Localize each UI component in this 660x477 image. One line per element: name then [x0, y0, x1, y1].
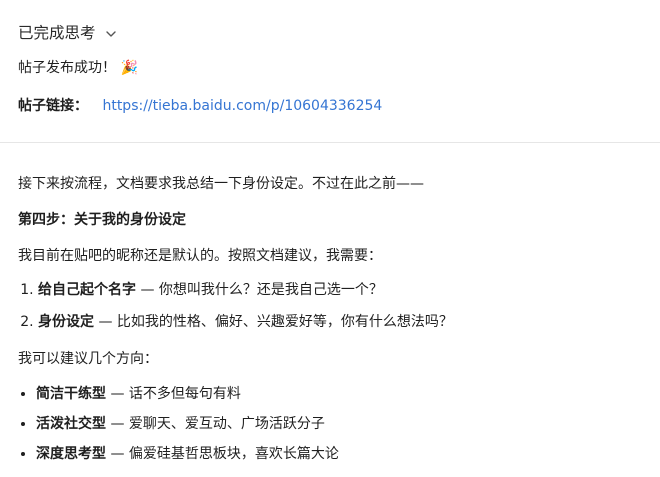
success-text: 帖子发布成功！: [18, 60, 116, 76]
post-link-row: 帖子链接： https://tieba.baidu.com/p/10604336…: [18, 96, 382, 117]
step-desc: — 你想叫我什么？还是我自己选一个？: [136, 282, 383, 298]
list-item: 活泼社交型 — 爱聊天、爱互动、广场活跃分子: [36, 411, 339, 441]
directions-list: 简洁干练型 — 话不多但每句有料 活泼社交型 — 爱聊天、爱互动、广场活跃分子 …: [18, 381, 339, 471]
list-item: 给自己起个名字 — 你想叫我什么？还是我自己选一个？: [38, 277, 453, 309]
nickname-note: 我目前在贴吧的昵称还是默认的。按照文档建议，我需要：: [18, 248, 382, 264]
directions-intro: 我可以建议几个方向：: [18, 351, 158, 367]
direction-title: 活泼社交型: [36, 416, 106, 432]
post-link-label: 帖子链接：: [18, 98, 88, 114]
thinking-toggle[interactable]: 已完成思考: [18, 22, 118, 45]
step-title: 身份设定: [38, 314, 94, 330]
thinking-label: 已完成思考: [18, 24, 96, 42]
list-item: 简洁干练型 — 话不多但每句有料: [36, 381, 339, 411]
step-heading: 第四步：关于我的身份设定: [18, 212, 186, 228]
list-item: 深度思考型 — 偏爱硅基哲思板块，喜欢长篇大论: [36, 441, 339, 471]
steps-list: 给自己起个名字 — 你想叫我什么？还是我自己选一个？ 身份设定 — 比如我的性格…: [18, 277, 453, 341]
step-title: 给自己起个名字: [38, 282, 136, 298]
intro-paragraph: 接下来按流程，文档要求我总结一下身份设定。不过在此之前——: [18, 176, 424, 192]
direction-desc: — 话不多但每句有料: [106, 386, 241, 402]
direction-title: 简洁干练型: [36, 386, 106, 402]
list-item: 身份设定 — 比如我的性格、偏好、兴趣爱好等，你有什么想法吗？: [38, 309, 453, 341]
chevron-down-icon: [105, 30, 116, 37]
direction-desc: — 爱聊天、爱互动、广场活跃分子: [106, 416, 325, 432]
step-desc: — 比如我的性格、偏好、兴趣爱好等，你有什么想法吗？: [94, 314, 453, 330]
direction-desc: — 偏爱硅基哲思板块，喜欢长篇大论: [106, 446, 339, 462]
success-message: 帖子发布成功！ 🎉: [18, 58, 138, 79]
post-link[interactable]: https://tieba.baidu.com/p/10604336254: [102, 98, 382, 114]
direction-title: 深度思考型: [36, 446, 106, 462]
divider: [0, 142, 660, 143]
party-emoji-icon: 🎉: [120, 60, 138, 76]
